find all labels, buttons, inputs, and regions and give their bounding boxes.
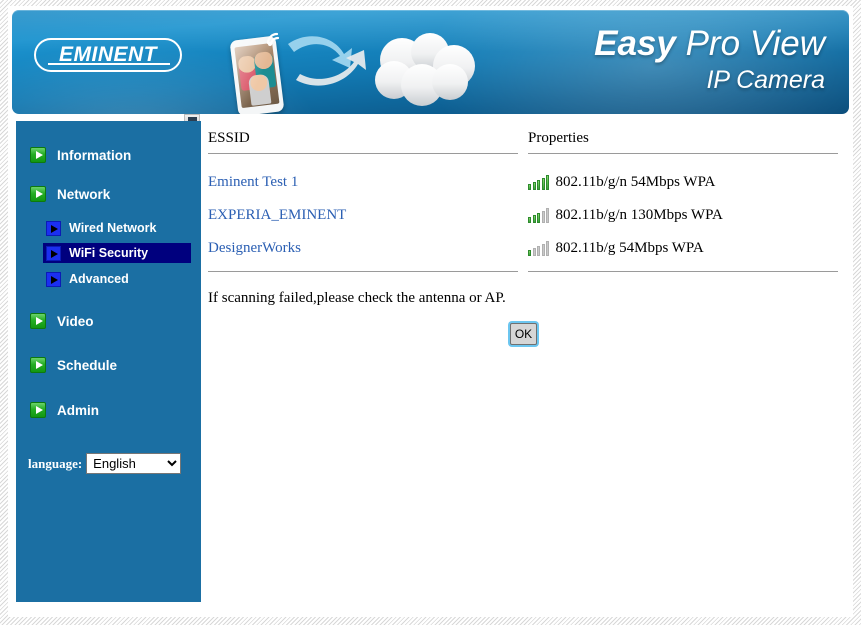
language-label: language: xyxy=(28,455,83,471)
network-properties-text: 802.11b/g 54Mbps WPA xyxy=(555,240,704,256)
green-play-icon xyxy=(30,313,46,329)
sidebar-item-label: WiFi Security xyxy=(69,246,149,260)
green-play-icon xyxy=(30,186,46,202)
signal-strength-icon xyxy=(528,175,551,190)
table-body: Eminent Test 1 EXPERIA_EMINENT DesignerW… xyxy=(208,154,848,272)
browser-page: EMINENT Easy Pro View IP Camera Informat… xyxy=(0,0,861,625)
blue-play-icon xyxy=(46,271,61,287)
table-row: 802.11b/g/n 54Mbps WPA xyxy=(528,166,848,199)
sidebar-item-information[interactable]: Information xyxy=(30,143,201,167)
sidebar-item-wifi-security[interactable]: WiFi Security xyxy=(43,243,191,263)
signal-strength-icon xyxy=(528,241,551,256)
main-content: ESSID Properties Eminent Test 1 EXPERIA_… xyxy=(208,130,848,345)
product-title-line1: Easy Pro View xyxy=(594,26,825,61)
sidebar-item-label: Schedule xyxy=(57,357,118,373)
product-subtitle: IP Camera xyxy=(706,66,825,94)
ok-button-row: OK xyxy=(208,323,848,345)
header-banner: EMINENT Easy Pro View IP Camera xyxy=(12,10,849,114)
green-play-icon xyxy=(30,147,46,163)
wifi-scan-table: ESSID Properties Eminent Test 1 EXPERIA_… xyxy=(208,130,848,272)
table-row[interactable]: Eminent Test 1 xyxy=(208,166,528,199)
signal-strength-icon xyxy=(528,208,551,223)
logo-underline xyxy=(48,63,170,65)
sidebar-item-advanced[interactable]: Advanced xyxy=(43,269,191,289)
essid-cells: Eminent Test 1 EXPERIA_EMINENT DesignerW… xyxy=(208,154,528,272)
smartphone-icon xyxy=(229,35,285,114)
footer-divider xyxy=(208,271,518,272)
sidebar-item-wired-network[interactable]: Wired Network xyxy=(43,218,191,238)
column-properties: Properties xyxy=(528,130,848,154)
column-essid: ESSID xyxy=(208,130,528,154)
column-header-essid: ESSID xyxy=(208,130,250,146)
sidebar-item-schedule[interactable]: Schedule xyxy=(30,353,201,377)
green-play-icon xyxy=(30,357,46,373)
ok-button[interactable]: OK xyxy=(510,323,537,345)
properties-cells: 802.11b/g/n 54Mbps WPA 802.11b/g/n 130Mb… xyxy=(528,154,848,272)
column-header-properties: Properties xyxy=(528,130,589,146)
title-proview: Pro View xyxy=(675,24,825,63)
sidebar-item-admin[interactable]: Admin xyxy=(30,398,201,422)
table-header-row: ESSID Properties xyxy=(208,130,848,154)
language-select[interactable]: English xyxy=(86,453,182,474)
green-play-icon xyxy=(30,402,46,418)
table-row[interactable]: DesignerWorks xyxy=(208,232,528,265)
page-canvas: EMINENT Easy Pro View IP Camera Informat… xyxy=(8,6,853,617)
table-row: 802.11b/g/n 130Mbps WPA xyxy=(528,199,848,232)
cloud-icon xyxy=(375,33,475,106)
network-properties-text: 802.11b/g/n 54Mbps WPA xyxy=(555,174,716,190)
sidebar-item-label: Wired Network xyxy=(69,221,157,235)
sidebar-item-network[interactable]: Network xyxy=(30,182,201,206)
title-easy: Easy xyxy=(594,24,676,63)
sidebar-item-label: Admin xyxy=(57,402,99,418)
product-title: Easy Pro View IP Camera xyxy=(594,26,825,93)
header-illustration xyxy=(208,18,508,114)
table-row[interactable]: EXPERIA_EMINENT xyxy=(208,199,528,232)
sidebar-item-label: Network xyxy=(57,186,111,202)
sidebar-item-label: Video xyxy=(57,313,94,329)
sidebar-item-label: Advanced xyxy=(69,272,129,286)
sidebar-item-video[interactable]: Video xyxy=(30,309,201,333)
blue-play-icon xyxy=(46,220,61,236)
sidebar-nav: Information Network Wired Network WiFi S… xyxy=(16,121,201,602)
network-properties-text: 802.11b/g/n 130Mbps WPA xyxy=(555,207,723,223)
eminent-logo: EMINENT xyxy=(34,38,182,72)
language-selector-row: language: English xyxy=(28,453,182,474)
footer-divider xyxy=(528,271,838,272)
scan-hint-text: If scanning failed,please check the ante… xyxy=(208,290,506,306)
blue-play-icon xyxy=(46,245,61,261)
table-row: 802.11b/g 54Mbps WPA xyxy=(528,232,848,265)
sidebar-item-label: Information xyxy=(57,147,132,163)
